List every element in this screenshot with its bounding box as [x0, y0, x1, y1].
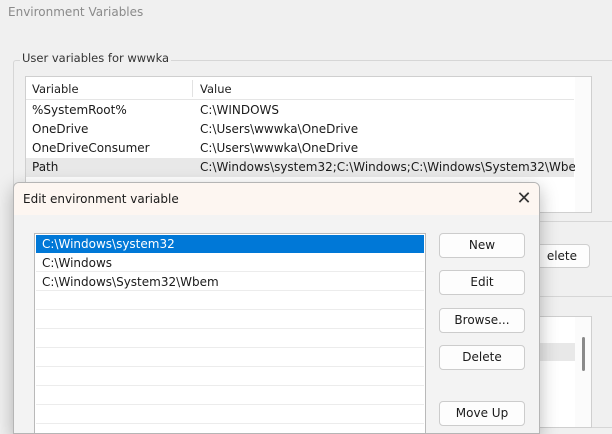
user-variables-label: User variables for wwwka [20, 51, 172, 65]
path-entry-text: C:\Windows\system32 [42, 237, 175, 251]
list-scrollbar[interactable] [575, 77, 591, 212]
variable-name: OneDrive [32, 122, 89, 136]
variable-value: C:\WINDOWS [200, 103, 280, 117]
path-entry-text: C:\Windows\System32\Wbem [42, 275, 219, 289]
list-item-empty[interactable] [36, 368, 424, 386]
list-item-empty[interactable] [36, 387, 424, 405]
browse-button[interactable]: Browse... [439, 308, 525, 333]
list-item-selected[interactable]: C:\Windows\system32 [36, 235, 424, 253]
delete-button[interactable]: Delete [439, 345, 525, 370]
table-row[interactable]: OneDrive C:\Users\wwwka\OneDrive [26, 120, 574, 139]
variable-value: C:\Users\wwwka\OneDrive [200, 141, 359, 155]
path-entry-text: C:\Windows [42, 256, 113, 270]
list-header: Variable Value [26, 77, 574, 100]
list-item[interactable]: C:\Windows [36, 254, 424, 272]
variable-name: %SystemRoot% [32, 103, 127, 117]
list-item-empty[interactable] [36, 292, 424, 310]
move-up-button[interactable]: Move Up [439, 401, 525, 426]
column-header-value[interactable]: Value [200, 82, 232, 96]
column-separator[interactable] [192, 80, 193, 97]
window-title: Environment Variables [8, 5, 144, 19]
list-item[interactable]: C:\Windows\System32\Wbem [36, 273, 424, 291]
list-item-empty[interactable] [36, 406, 424, 424]
edit-environment-variable-dialog: Edit environment variable ✕ C:\Windows\s… [13, 182, 540, 434]
edit-button[interactable]: Edit [439, 270, 525, 295]
scrollbar-thumb[interactable] [582, 337, 585, 371]
column-header-variable[interactable]: Variable [32, 82, 79, 96]
path-entries-list[interactable]: C:\Windows\system32 C:\Windows C:\Window… [34, 233, 426, 433]
system-variables-list[interactable] [536, 316, 592, 428]
table-row-selected[interactable] [537, 343, 575, 361]
table-row[interactable]: %SystemRoot% C:\WINDOWS [26, 101, 574, 120]
list-item-empty[interactable] [36, 330, 424, 348]
dialog-titlebar[interactable]: Edit environment variable ✕ [14, 183, 539, 215]
list-item-empty[interactable] [36, 349, 424, 367]
variable-value: C:\Windows\system32;C:\Windows;C:\Window… [200, 160, 592, 174]
dialog-title: Edit environment variable [23, 192, 179, 206]
close-icon[interactable]: ✕ [509, 183, 539, 215]
variable-name: Path [32, 160, 59, 174]
variable-name: OneDriveConsumer [32, 141, 150, 155]
list-scrollbar[interactable] [575, 317, 591, 427]
table-row[interactable]: OneDriveConsumer C:\Users\wwwka\OneDrive [26, 139, 574, 158]
new-button[interactable]: New [439, 233, 525, 258]
list-item-empty[interactable] [36, 311, 424, 329]
table-row-selected[interactable]: Path C:\Windows\system32;C:\Windows;C:\W… [26, 158, 591, 177]
variable-value: C:\Users\wwwka\OneDrive [200, 122, 359, 136]
